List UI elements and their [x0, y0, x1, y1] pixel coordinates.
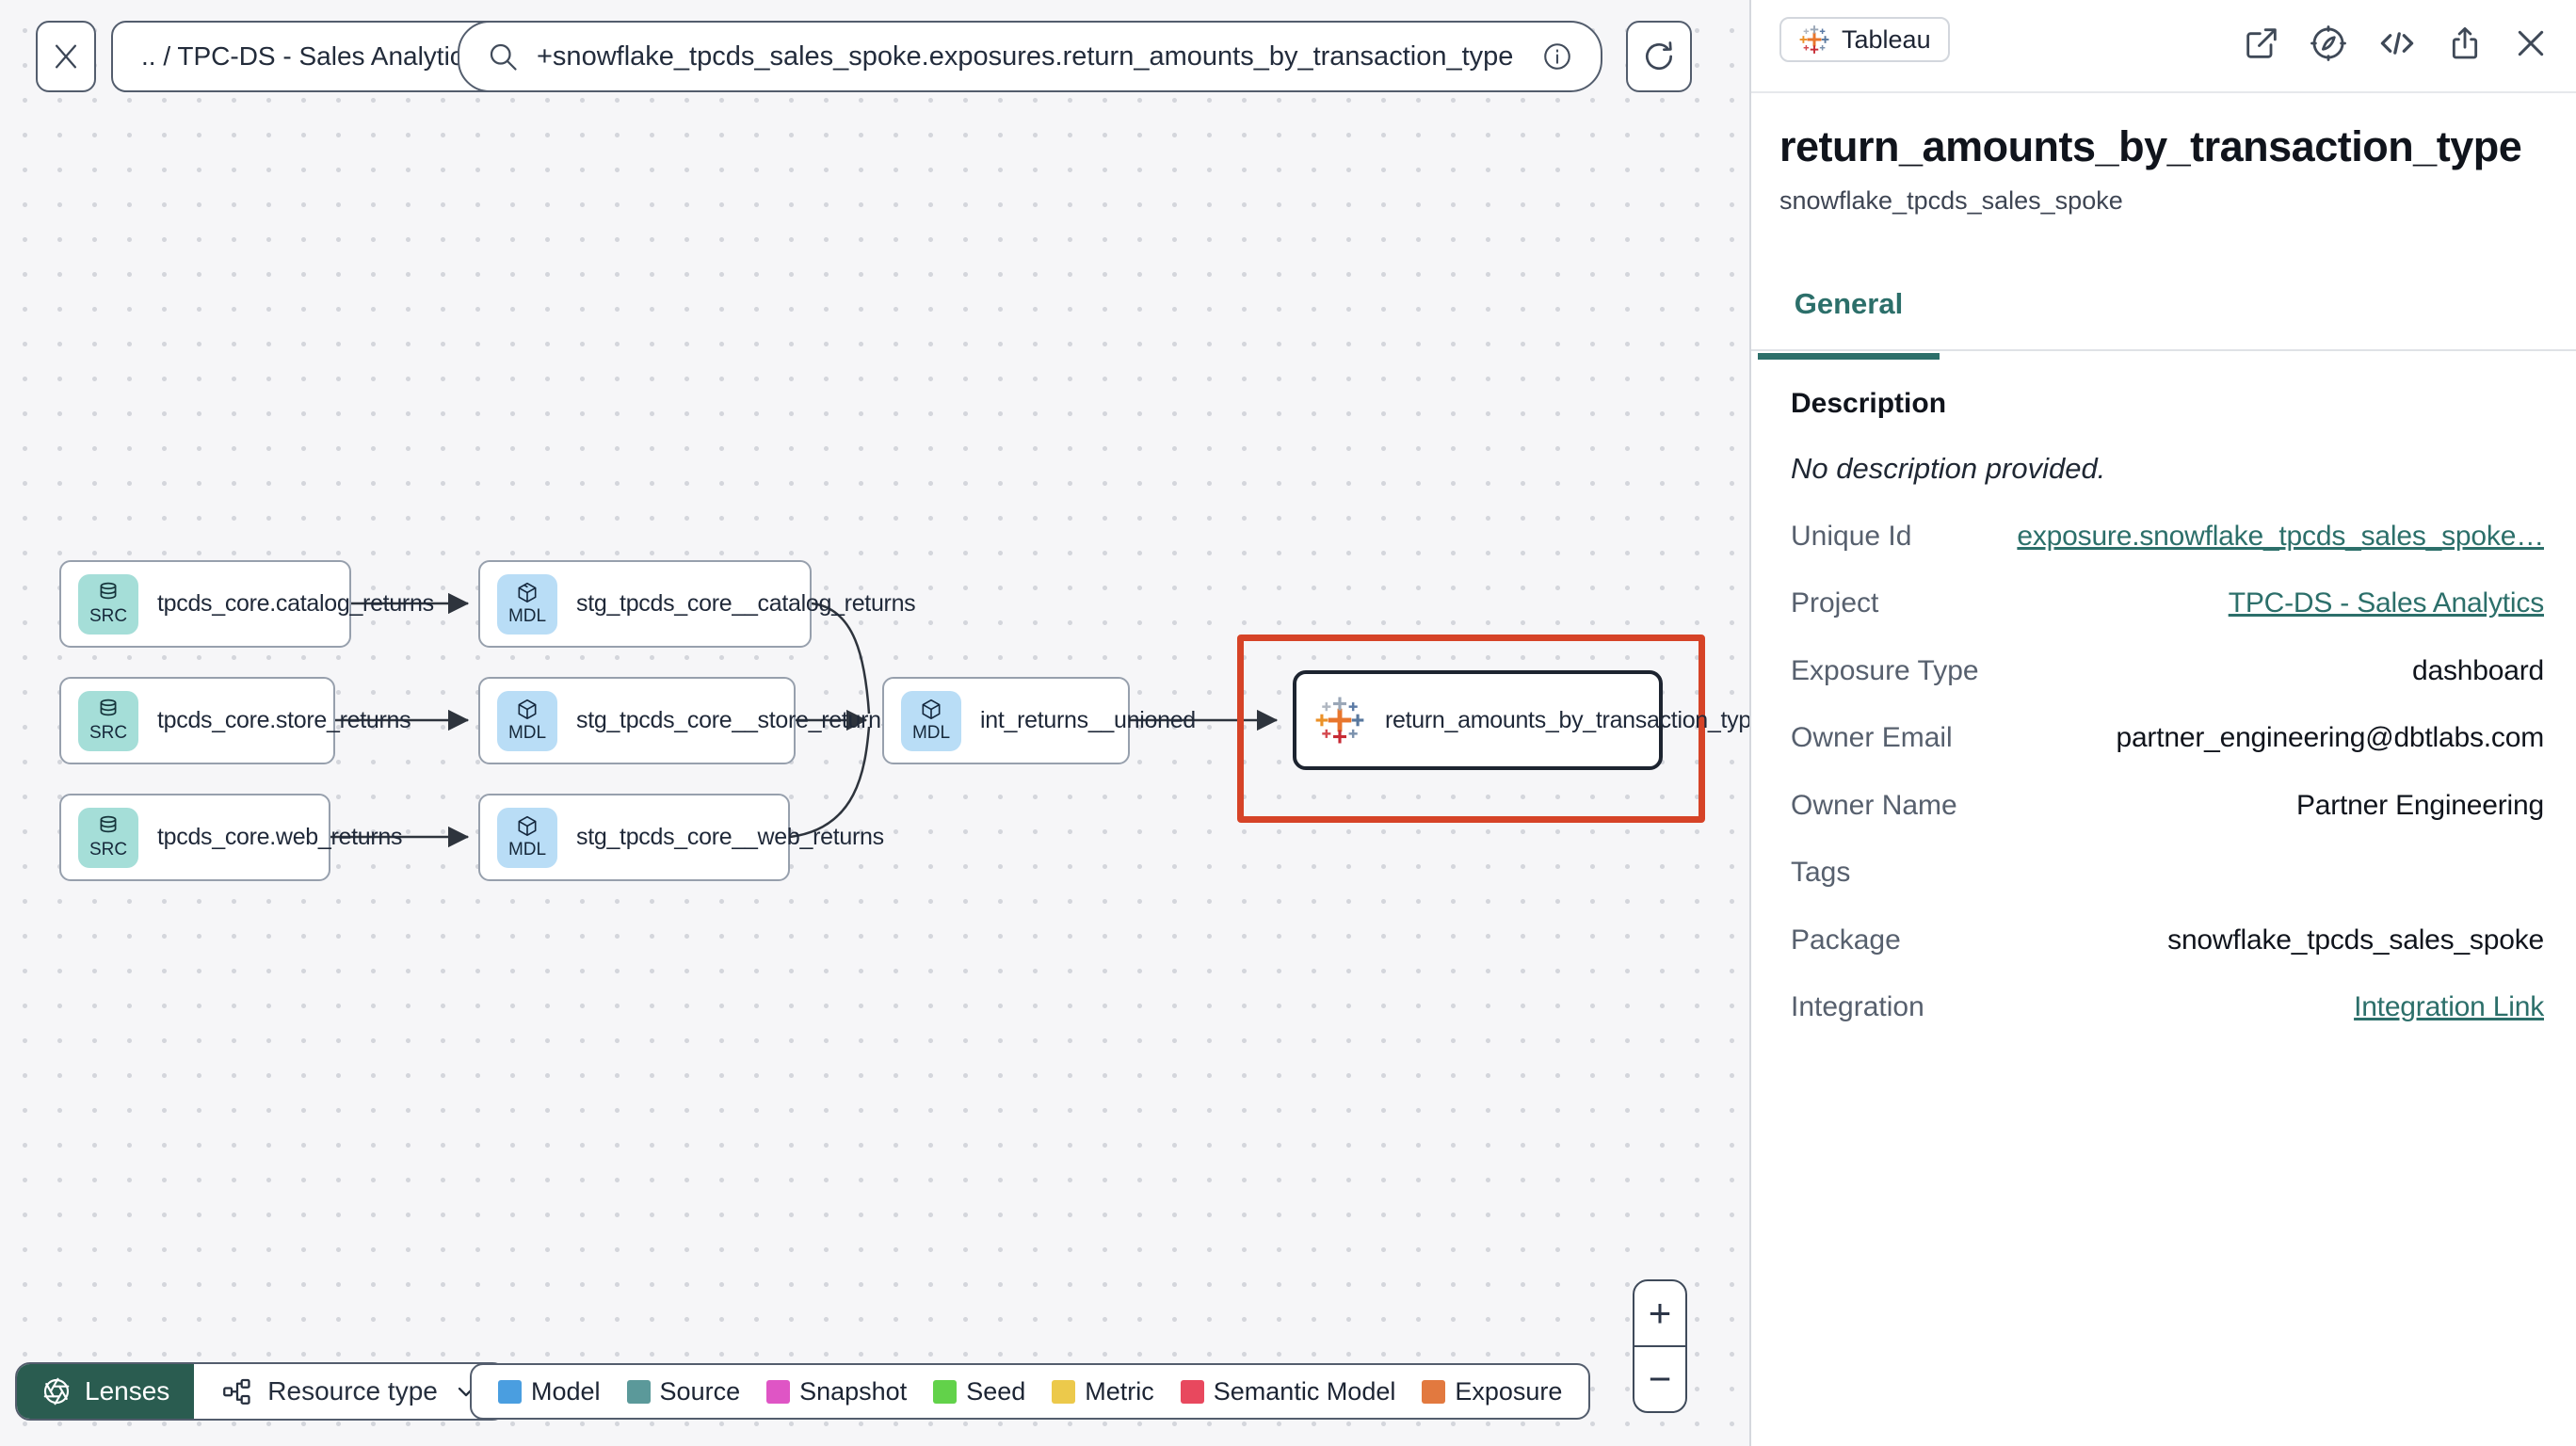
- model-swatch: [498, 1379, 522, 1404]
- integration-link[interactable]: Integration Link: [2354, 991, 2544, 1023]
- resource-type-label: Resource type: [267, 1376, 438, 1406]
- snapshot-swatch: [766, 1379, 791, 1404]
- panel-action-icons: [2243, 23, 2550, 64]
- field-row-owner-email: Owner Email partner_engineering@dbtlabs.…: [1791, 722, 2544, 754]
- dbt-explorer-lineage-app: .. / TPC-DS - Sales Analytics +snowflake…: [0, 0, 2576, 1446]
- field-row-package: Package snowflake_tpcds_sales_spoke: [1791, 924, 2544, 956]
- tab-divider: [1751, 349, 2576, 351]
- close-panel-icon[interactable]: [2512, 24, 2550, 62]
- legend-item-seed: Seed: [933, 1377, 1025, 1406]
- lenses-button[interactable]: Lenses: [17, 1364, 195, 1419]
- database-icon: [100, 815, 117, 833]
- model-chip: MDL: [901, 690, 961, 751]
- cube-icon: [518, 699, 537, 720]
- model-chip: MDL: [497, 807, 557, 868]
- model-chip: MDL: [497, 690, 557, 751]
- resource-tree-icon: [220, 1375, 252, 1407]
- source-chip: SRC: [78, 807, 138, 868]
- panel-title: return_amounts_by_transaction_type: [1779, 122, 2522, 170]
- aperture-icon: [41, 1376, 72, 1406]
- share-icon[interactable]: [2446, 24, 2484, 62]
- cube-icon: [922, 699, 941, 720]
- zoom-control: + −: [1633, 1279, 1687, 1413]
- graph-node-stg-web-returns[interactable]: MDL stg_tpcds_core__web_returns: [478, 794, 884, 881]
- graph-node-stg-catalog-returns[interactable]: MDL stg_tpcds_core__catalog_returns: [478, 560, 916, 648]
- database-icon: [100, 699, 117, 716]
- code-icon[interactable]: [2376, 23, 2418, 64]
- lenses-control-group: Lenses Resource type: [15, 1362, 507, 1421]
- field-list: Unique Id exposure.snowflake_tpcds_sales…: [1791, 503, 2544, 1041]
- source-chip: SRC: [78, 690, 138, 751]
- exposure-swatch: [1422, 1379, 1446, 1404]
- resource-type-legend: Model Source Snapshot Seed Metric Semant…: [470, 1363, 1591, 1420]
- model-chip: MDL: [497, 573, 557, 635]
- seed-swatch: [933, 1379, 958, 1404]
- tableau-badge: Tableau: [1779, 17, 1950, 62]
- info-icon[interactable]: [1540, 40, 1574, 73]
- breadcrumb-label: .. / TPC-DS - Sales Analytics: [141, 41, 476, 71]
- search-input[interactable]: +snowflake_tpcds_sales_spoke.exposures.r…: [537, 41, 1523, 72]
- field-row-unique-id: Unique Id exposure.snowflake_tpcds_sales…: [1791, 520, 2544, 553]
- breadcrumb[interactable]: .. / TPC-DS - Sales Analytics: [111, 21, 507, 92]
- field-row-exposure-type: Exposure Type dashboard: [1791, 654, 2544, 686]
- semantic-model-swatch: [1180, 1379, 1204, 1404]
- metric-swatch: [1052, 1379, 1076, 1404]
- lineage-search-box[interactable]: +snowflake_tpcds_sales_spoke.exposures.r…: [458, 21, 1602, 92]
- graph-node-stg-store-returns[interactable]: MDL stg_tpcds_core__store_returns: [478, 677, 893, 764]
- details-panel: Tableau return_amounts_by_transaction_ty…: [1749, 0, 2576, 1446]
- owner-email-value: partner_engineering@dbtlabs.com: [2116, 722, 2544, 754]
- graph-node-source-web-returns[interactable]: SRC tpcds_core.web_returns: [59, 794, 403, 881]
- field-row-owner-name: Owner Name Partner Engineering: [1791, 789, 2544, 821]
- field-row-integration: Integration Integration Link: [1791, 991, 2544, 1023]
- description-label: Description: [1791, 388, 1947, 419]
- lineage-canvas[interactable]: .. / TPC-DS - Sales Analytics +snowflake…: [0, 0, 1764, 1446]
- package-value: snowflake_tpcds_sales_spoke: [2167, 924, 2544, 956]
- legend-item-snapshot: Snapshot: [766, 1377, 907, 1406]
- legend-item-source: Source: [626, 1377, 740, 1406]
- graph-node-source-catalog-returns[interactable]: SRC tpcds_core.catalog_returns: [59, 560, 434, 648]
- resource-type-dropdown[interactable]: Resource type: [194, 1364, 506, 1419]
- compass-icon[interactable]: [2309, 24, 2348, 63]
- field-row-tags: Tags: [1791, 857, 1851, 889]
- legend-item-semantic-model: Semantic Model: [1180, 1377, 1395, 1406]
- lenses-label: Lenses: [85, 1376, 170, 1406]
- zoom-in-button[interactable]: +: [1634, 1281, 1685, 1347]
- graph-node-source-store-returns[interactable]: SRC tpcds_core.store_returns: [59, 677, 411, 764]
- source-chip: SRC: [78, 573, 138, 635]
- legend-item-metric: Metric: [1052, 1377, 1154, 1406]
- tableau-logo-icon: [1798, 24, 1830, 56]
- owner-name-value: Partner Engineering: [2295, 789, 2544, 821]
- search-icon: [486, 40, 520, 73]
- tableau-badge-label: Tableau: [1842, 24, 1931, 54]
- refresh-lineage-button[interactable]: [1626, 21, 1692, 92]
- graph-node-int-returns-unioned[interactable]: MDL int_returns__unioned: [882, 677, 1196, 764]
- legend-item-exposure: Exposure: [1422, 1377, 1562, 1406]
- cube-icon: [518, 815, 537, 837]
- database-icon: [100, 582, 117, 600]
- tableau-logo-icon: [1313, 694, 1366, 747]
- external-link-icon[interactable]: [2243, 24, 2280, 62]
- field-row-project: Project TPC-DS - Sales Analytics: [1791, 587, 2544, 619]
- zoom-out-button[interactable]: −: [1634, 1347, 1685, 1411]
- close-icon: [50, 40, 82, 72]
- panel-subtitle: snowflake_tpcds_sales_spoke: [1779, 186, 2123, 215]
- refresh-icon: [1641, 39, 1677, 74]
- exposure-type-value: dashboard: [2412, 654, 2544, 686]
- panel-header-divider: [1751, 91, 2576, 93]
- graph-node-exposure-return-amounts[interactable]: return_amounts_by_transaction_type: [1293, 670, 1764, 770]
- unique-id-link[interactable]: exposure.snowflake_tpcds_sales_spoke…: [2017, 521, 2544, 553]
- legend-item-model: Model: [498, 1377, 601, 1406]
- close-lineage-button[interactable]: [36, 21, 96, 92]
- project-link[interactable]: TPC-DS - Sales Analytics: [2229, 587, 2544, 619]
- description-value: No description provided.: [1791, 452, 2106, 485]
- source-swatch: [626, 1379, 651, 1404]
- cube-icon: [518, 582, 537, 603]
